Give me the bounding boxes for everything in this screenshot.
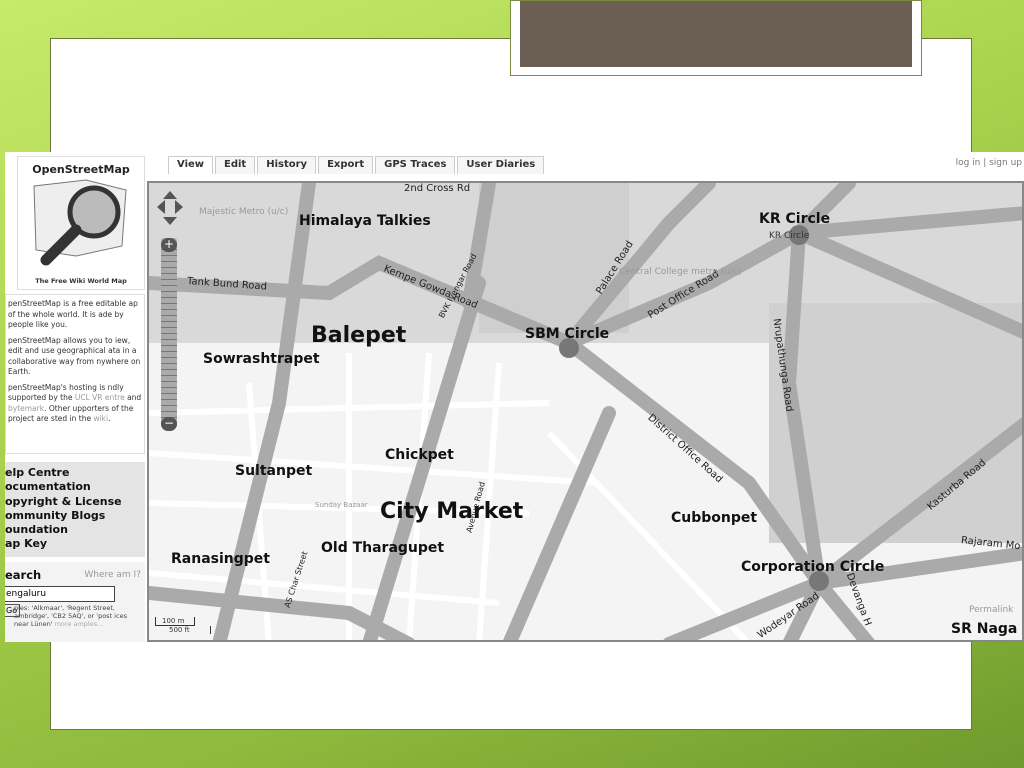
zoom-slider[interactable] xyxy=(161,238,177,428)
community-blogs-link[interactable]: ommunity Blogs xyxy=(5,509,145,523)
place-label: City Market xyxy=(380,499,524,524)
scale-imperial: 500 ft xyxy=(155,626,211,634)
osm-screenshot: OpenStreetMap The Free Wiki World Map pe… xyxy=(5,152,1024,642)
place-label: Balepet xyxy=(311,323,407,348)
help-centre-link[interactable]: elp Centre xyxy=(5,466,145,480)
search-examples: ples: 'Alkmaar', 'Regent Street, ambridg… xyxy=(14,604,142,628)
place-label: SBM Circle xyxy=(525,326,610,342)
road-label: 2nd Cross Rd xyxy=(404,183,471,194)
login-signup-links[interactable]: log in | sign up xyxy=(956,158,1022,168)
tab-user-diaries[interactable]: User Diaries xyxy=(457,156,545,174)
map-view[interactable]: Himalaya Talkies Balepet Sowrashtrapet C… xyxy=(147,181,1024,642)
place-label: Cubbonpet xyxy=(671,510,758,526)
minor-label: KR Circle xyxy=(769,231,810,241)
bytemark-link[interactable]: bytemark xyxy=(8,404,44,413)
tab-history[interactable]: History xyxy=(257,156,317,174)
pan-arrows-icon[interactable] xyxy=(157,191,183,231)
tab-export[interactable]: Export xyxy=(318,156,374,174)
osm-logo[interactable]: OpenStreetMap The Free Wiki World Map xyxy=(17,156,145,290)
tab-gps-traces[interactable]: GPS Traces xyxy=(375,156,456,174)
slide-title-box xyxy=(510,0,922,76)
search-input[interactable] xyxy=(5,586,115,602)
scale-metric: 100 m xyxy=(155,617,195,626)
map-roads xyxy=(149,183,1022,640)
minor-label: Sunday Bazaar xyxy=(315,501,368,509)
hosting-paragraph: penStreetMap's hosting is ndly supported… xyxy=(8,382,142,424)
more-examples-link[interactable]: more amples... xyxy=(55,620,104,628)
wiki-link[interactable]: wiki xyxy=(93,414,108,423)
intro-paragraph: penStreetMap allows you to iew, edit and… xyxy=(8,335,141,377)
place-label: SR Naga xyxy=(951,621,1018,637)
place-label: KR Circle xyxy=(759,211,831,227)
place-label: Ranasingpet xyxy=(171,551,270,567)
documentation-link[interactable]: ocumentation xyxy=(5,480,145,494)
where-am-i-link[interactable]: Where am I? xyxy=(84,570,141,580)
magnifier-map-icon xyxy=(33,179,127,266)
scale-bar: 100 m 500 ft xyxy=(155,617,211,634)
map-key-link[interactable]: ap Key xyxy=(5,537,145,551)
permalink[interactable]: Permalink xyxy=(969,605,1013,615)
place-label: Sultanpet xyxy=(235,463,313,479)
zoom-out-button[interactable]: − xyxy=(161,417,177,431)
zoom-in-button[interactable]: + xyxy=(161,238,177,252)
tab-edit[interactable]: Edit xyxy=(215,156,256,174)
place-label: Corporation Circle xyxy=(741,559,885,575)
logo-title: OpenStreetMap xyxy=(32,163,130,176)
place-label: Sowrashtrapet xyxy=(203,351,320,367)
intro-text: penStreetMap is a free editable ap of th… xyxy=(5,294,145,454)
copyright-link[interactable]: opyright & License xyxy=(5,495,145,509)
intro-paragraph: penStreetMap is a free editable ap of th… xyxy=(8,299,138,329)
metro-label: Majestic Metro (u/c) xyxy=(199,207,289,217)
place-label: Himalaya Talkies xyxy=(299,213,431,229)
place-label: Chickpet xyxy=(385,447,454,463)
tab-view[interactable]: View xyxy=(168,156,214,174)
foundation-link[interactable]: oundation xyxy=(5,523,145,537)
logo-subtitle: The Free Wiki World Map xyxy=(35,277,127,285)
text: and xyxy=(124,393,142,402)
tab-bar: View Edit History Export GPS Traces User… xyxy=(168,156,546,174)
ucl-link[interactable]: UCL VR entre xyxy=(75,393,125,402)
place-label: Old Tharagupet xyxy=(321,540,445,556)
search-panel: earch Where am I? Go ples: 'Alkmaar', 'R… xyxy=(5,562,145,642)
sidebar: OpenStreetMap The Free Wiki World Map pe… xyxy=(5,152,147,642)
metro-label: Central College metro (u/c) xyxy=(619,267,742,277)
sidebar-links: elp Centre ocumentation opyright & Licen… xyxy=(5,462,145,557)
